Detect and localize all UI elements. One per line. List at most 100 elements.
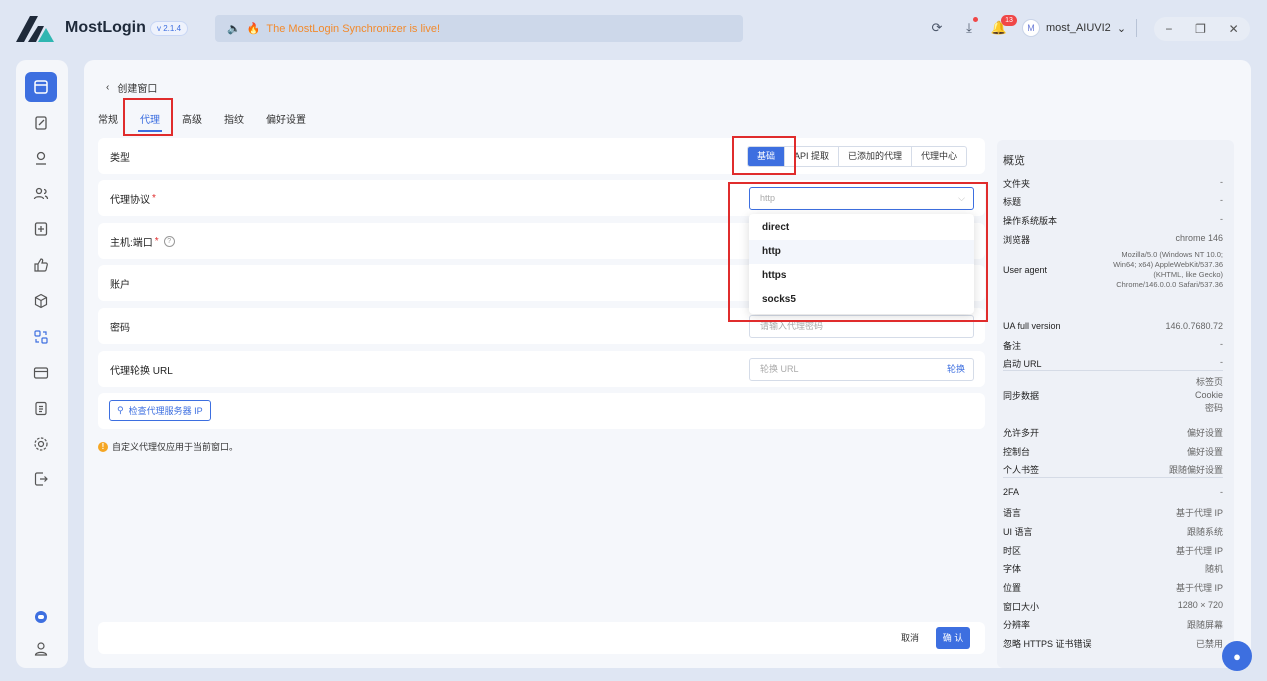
overview-row: 字体 随机 xyxy=(1003,562,1223,575)
overview-key: 操作系统版本 xyxy=(1003,216,1058,226)
overview-value: chrome 146 xyxy=(1175,233,1223,243)
sidebar-item-edit[interactable] xyxy=(25,108,57,138)
app-name: MostLogin xyxy=(65,19,146,36)
avatar: M xyxy=(1022,19,1040,37)
rotate-url-label: 代理轮换 URL xyxy=(110,365,173,377)
gear-icon xyxy=(34,437,48,451)
form-footer: 取消 确 认 xyxy=(98,622,985,654)
announcement-bar[interactable]: 🔈 🔥 The MostLogin Synchronizer is live! xyxy=(215,15,743,42)
overview-row: User agent Mozilla/5.0 (Windows NT 10.0; … xyxy=(1003,250,1223,290)
overview-row: UA full version 146.0.7680.72 xyxy=(1003,321,1223,331)
location-icon xyxy=(36,151,46,165)
mostlogin-logo xyxy=(16,16,54,42)
sidebar xyxy=(16,60,68,668)
divider xyxy=(1136,19,1137,37)
confirm-button[interactable]: 确 认 xyxy=(936,627,970,649)
rotate-url-placeholder: 轮换 URL xyxy=(760,364,799,374)
page-title: 创建窗口 xyxy=(117,84,158,95)
overview-value: 偏好设置 xyxy=(1186,447,1223,457)
sidebar-item-like[interactable] xyxy=(25,250,57,280)
overview-value: - xyxy=(1220,177,1223,187)
sidebar-item-support[interactable] xyxy=(25,602,57,632)
close-icon[interactable]: ✕ xyxy=(1229,22,1239,36)
overview-key: 文件夹 xyxy=(1003,179,1031,189)
sidebar-item-settings[interactable] xyxy=(25,429,57,459)
sidebar-item-team[interactable] xyxy=(25,179,57,209)
title-bar: MostLogin v 2.1.4 🔈 🔥 The MostLogin Sync… xyxy=(0,0,1267,58)
overview-row: 浏览器 chrome 146 xyxy=(1003,233,1223,246)
sidebar-item-logs[interactable] xyxy=(25,393,57,423)
overview-row: 操作系统版本 - xyxy=(1003,214,1223,227)
announcement-text: The MostLogin Synchronizer is live! xyxy=(266,22,441,35)
overview-key: 位置 xyxy=(1003,583,1022,593)
overview-row: 启动 URL - xyxy=(1003,357,1223,370)
type-option-center[interactable]: 代理中心 xyxy=(911,147,966,166)
overview-key: 同步数据 xyxy=(1003,391,1040,401)
overview-divider xyxy=(1003,370,1223,371)
sidebar-item-account[interactable] xyxy=(25,634,57,664)
overview-value: 146.0.7680.72 xyxy=(1165,321,1223,331)
overview-title: 概览 xyxy=(1003,155,1025,167)
overview-value: 基于代理 IP xyxy=(1175,583,1223,593)
chat-icon: ● xyxy=(1233,648,1241,664)
overview-value: 1280 × 720 xyxy=(1177,600,1223,610)
card-icon xyxy=(33,367,49,379)
account-label: 账户 xyxy=(110,279,130,291)
cube-icon xyxy=(34,293,48,309)
sidebar-item-billing[interactable] xyxy=(25,358,57,388)
overview-row: 位置 基于代理 IP xyxy=(1003,581,1223,594)
check-proxy-ip-button[interactable]: ⚲ 检查代理服务器 IP xyxy=(109,400,211,421)
protocol-label: 代理协议 xyxy=(110,194,150,206)
overview-key: 字体 xyxy=(1003,564,1022,574)
overview-key: UA full version xyxy=(1003,321,1061,331)
add-window-icon xyxy=(34,222,48,236)
overview-key: UI 语言 xyxy=(1003,527,1033,537)
check-proxy-ip-label: 检查代理服务器 IP xyxy=(128,406,203,416)
update-dot xyxy=(973,17,978,22)
overview-key: User agent xyxy=(1003,265,1048,275)
warning-icon: ! xyxy=(98,441,108,452)
overview-value: - xyxy=(1220,214,1223,224)
tab-general[interactable]: 常规 xyxy=(98,111,118,132)
overview-row: 标题 - xyxy=(1003,195,1223,208)
highlight-box-tab xyxy=(123,98,173,136)
rotate-url-input[interactable]: 轮换 URL 轮换 xyxy=(749,358,974,381)
overview-value: 标签页 Cookie 密码 xyxy=(1194,377,1223,413)
support-icon xyxy=(35,611,47,623)
minimize-icon[interactable]: − xyxy=(1165,22,1172,36)
tab-fingerprint[interactable]: 指纹 xyxy=(224,111,244,132)
rotate-button[interactable]: 轮换 xyxy=(947,359,965,380)
overview-key: 语言 xyxy=(1003,508,1022,518)
chat-support-button[interactable]: ● xyxy=(1222,641,1252,671)
help-icon[interactable]: ? xyxy=(163,235,175,247)
overview-row: 允许多开 偏好设置 xyxy=(1003,426,1223,439)
overview-row: 窗口大小 1280 × 720 xyxy=(1003,600,1223,613)
overview-row: 分辨率 跟随屏幕 xyxy=(1003,618,1223,631)
overview-key: 控制台 xyxy=(1003,447,1031,457)
overview-key: 忽略 HTTPS 证书错误 xyxy=(1003,639,1092,649)
sidebar-item-extensions[interactable] xyxy=(25,286,57,316)
back-arrow-icon[interactable]: ‹ xyxy=(106,82,109,93)
tab-preferences[interactable]: 偏好设置 xyxy=(266,111,306,132)
tab-advanced[interactable]: 高级 xyxy=(182,111,202,132)
sidebar-item-proxy[interactable] xyxy=(25,143,57,173)
chevron-down-icon: ⌄ xyxy=(1116,22,1127,35)
overview-value: 基于代理 IP xyxy=(1175,546,1223,556)
user-menu[interactable]: M most_AIUVI2 ⌄ xyxy=(1022,17,1126,39)
sidebar-item-windows[interactable] xyxy=(25,72,57,102)
version-badge: v 2.1.4 xyxy=(150,21,189,36)
overview-row: UI 语言 跟随系统 xyxy=(1003,525,1223,538)
cancel-button[interactable]: 取消 xyxy=(901,631,919,644)
overview-row: 同步数据 标签页 Cookie 密码 xyxy=(1003,376,1223,415)
sidebar-item-sync[interactable] xyxy=(25,322,57,352)
type-option-added[interactable]: 已添加的代理 xyxy=(838,147,911,166)
overview-value: 跟随偏好设置 xyxy=(1168,465,1223,475)
sidebar-item-export[interactable] xyxy=(25,464,57,494)
sync-windows-icon xyxy=(34,330,48,344)
sidebar-item-add[interactable] xyxy=(25,214,57,244)
check-row xyxy=(98,393,985,429)
overview-divider xyxy=(1003,477,1223,478)
overview-value: 跟随系统 xyxy=(1186,527,1223,537)
maximize-icon[interactable]: ❐ xyxy=(1195,22,1206,36)
sync-icon[interactable]: ⟳ xyxy=(928,19,946,37)
